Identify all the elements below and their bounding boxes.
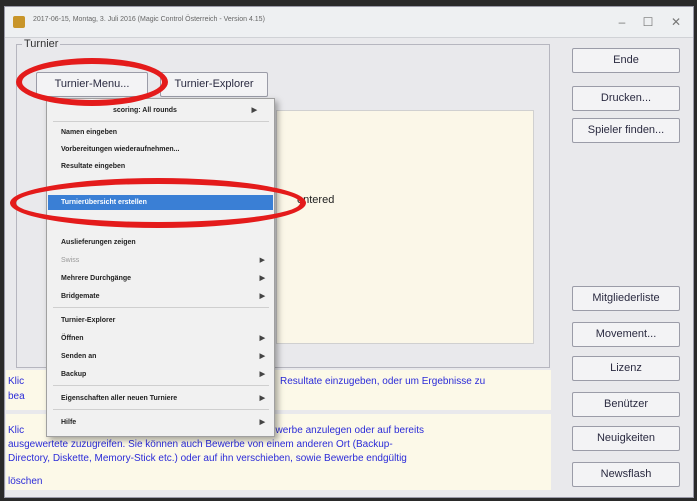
menu-separator [53, 409, 269, 410]
menu-item-oeffnen[interactable]: Öffnen ▶ [61, 331, 271, 346]
menu-item-label: Öffnen [61, 335, 84, 342]
menu-item-label: Senden an [61, 353, 97, 360]
menu-item-label: Vorbereitungen wiederaufnehmen... [61, 146, 180, 153]
chevron-right-icon: ▶ [251, 107, 257, 114]
info2-line1: ewerbe anzulegen oder auf bereits [270, 425, 424, 436]
menu-item-namen-eingeben[interactable]: Namen eingeben [61, 125, 271, 140]
menu-header-fragment: scoring: All rounds ▶ [113, 103, 263, 118]
info1-line1-suffix: Resultate einzugeben, oder um Ergebnisse… [280, 376, 486, 387]
menu-item-auslieferungen[interactable]: Auslieferungen zeigen [61, 235, 271, 250]
menu-item-label: Turnier-Explorer [61, 317, 116, 324]
info2-line2: ausgewertete zuzugreifen. Sie können auc… [8, 439, 393, 450]
chevron-right-icon: ▶ [259, 257, 265, 264]
newsflash-button[interactable]: Newsflash [572, 462, 680, 487]
minimize-button[interactable]: – [613, 14, 631, 30]
neuigkeiten-button[interactable]: Neuigkeiten [572, 426, 680, 451]
panel-status-text: entered [297, 194, 335, 206]
menu-separator [53, 385, 269, 386]
group-label: Turnier [22, 38, 61, 50]
menu-item-label: Swiss [61, 257, 80, 264]
spieler-finden-button[interactable]: Spieler finden... [572, 118, 680, 143]
drucken-button[interactable]: Drucken... [572, 86, 680, 111]
mitgliederliste-button[interactable]: Mitgliederliste [572, 286, 680, 311]
menu-item-label: Mehrere Durchgänge [61, 275, 132, 282]
menu-item-label: Backup [61, 371, 87, 378]
chevron-right-icon: ▶ [259, 419, 265, 426]
info2-line3: Directory, Diskette, Memory-Stick etc.) … [8, 453, 407, 464]
menu-item-label: Namen eingeben [61, 129, 118, 136]
close-button[interactable]: ✕ [667, 14, 685, 30]
menu-item-label: Turnierübersicht erstellen [61, 199, 147, 206]
menu-item-label: Auslieferungen zeigen [61, 239, 136, 246]
menu-separator [53, 121, 269, 122]
chevron-right-icon: ▶ [259, 371, 265, 378]
chevron-right-icon: ▶ [259, 293, 265, 300]
menu-item-vorbereitungen[interactable]: Vorbereitungen wiederaufnehmen... [61, 142, 271, 157]
menu-item-label: Bridgemate [61, 293, 100, 300]
movement-button[interactable]: Movement... [572, 322, 680, 347]
menu-item-eigenschaften[interactable]: Eigenschaften aller neuen Turniere ▶ [61, 391, 271, 406]
info-box-2-tail: löschen [6, 476, 551, 490]
ende-button[interactable]: Ende [572, 48, 680, 73]
menu-item-label: Resultate eingeben [61, 163, 126, 170]
chevron-right-icon: ▶ [259, 395, 265, 402]
info2-line4: löschen [8, 476, 43, 487]
menu-item-senden-an[interactable]: Senden an ▶ [61, 349, 271, 364]
menu-item-swiss[interactable]: Swiss ▶ [61, 253, 271, 268]
menu-header-text: scoring: All rounds [113, 107, 177, 114]
menu-item-turnieruebersicht[interactable]: Turnierübersicht erstellen [48, 195, 273, 210]
menu-item-hilfe[interactable]: Hilfe ▶ [61, 415, 271, 430]
menu-item-backup[interactable]: Backup ▶ [61, 367, 271, 382]
menu-item-label: Hilfe [61, 419, 77, 426]
menu-item-turnier-explorer[interactable]: Turnier-Explorer [61, 313, 271, 328]
turnier-menu-button[interactable]: Turnier-Menu... [36, 72, 148, 97]
menu-item-mehrere-durchgaenge[interactable]: Mehrere Durchgänge ▶ [61, 271, 271, 286]
menu-item-resultate-eingeben[interactable]: Resultate eingeben [61, 159, 271, 174]
app-icon [13, 16, 25, 28]
turnier-dropdown-menu: scoring: All rounds ▶ Namen eingeben Vor… [46, 98, 275, 437]
chevron-right-icon: ▶ [259, 335, 265, 342]
info1-line1-prefix: Klic [8, 376, 25, 387]
window-title: 2017-06-15, Montag, 3. Juli 2016 (Magic … [33, 16, 265, 23]
turnier-explorer-button[interactable]: Turnier-Explorer [160, 72, 268, 97]
menu-item-bridgemate[interactable]: Bridgemate ▶ [61, 289, 271, 304]
maximize-button[interactable]: ☐ [639, 14, 657, 30]
tournament-panel [276, 110, 534, 344]
lizenz-button[interactable]: Lizenz [572, 356, 680, 381]
title-bar: 2017-06-15, Montag, 3. Juli 2016 (Magic … [5, 7, 693, 38]
menu-item-label: Eigenschaften aller neuen Turniere [61, 395, 178, 402]
chevron-right-icon: ▶ [259, 353, 265, 360]
benutzer-button[interactable]: Benützer [572, 392, 680, 417]
info2-prefix: Klic [8, 425, 25, 436]
menu-separator [53, 307, 269, 308]
chevron-right-icon: ▶ [259, 275, 265, 282]
